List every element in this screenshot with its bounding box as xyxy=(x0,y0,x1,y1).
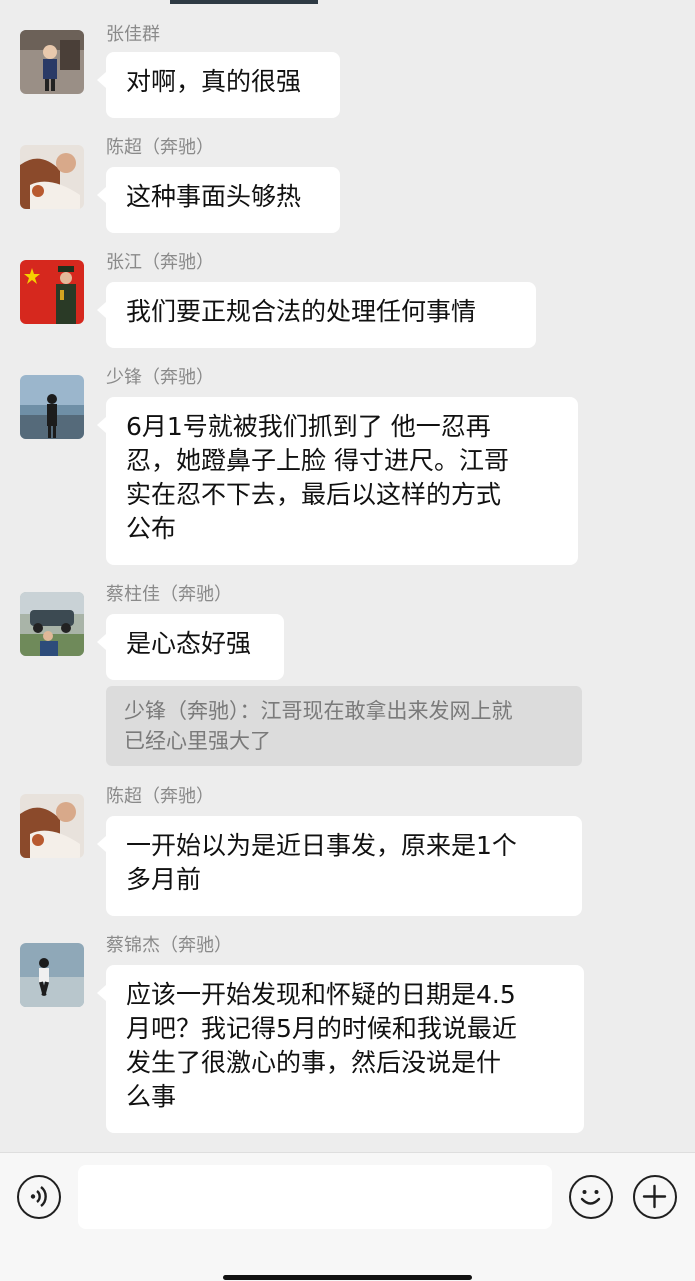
sender-name: 陈超（奔驰） xyxy=(106,786,214,807)
avatar-image xyxy=(20,794,84,858)
message-bubble[interactable]: 应该一开始发现和怀疑的日期是4.5 月吧？我记得5月的时候和我说最近 发生了很激… xyxy=(97,965,584,1133)
quote-line: 少锋（奔驰）：江哥现在敢拿出来发网上就 xyxy=(124,699,513,723)
message-bubble[interactable]: 这种事面头够热 xyxy=(97,167,340,233)
message-text: 对啊，真的很强 xyxy=(126,67,302,96)
avatar[interactable] xyxy=(20,30,84,94)
avatar[interactable] xyxy=(20,375,84,439)
voice-button[interactable] xyxy=(17,1175,61,1219)
message-bubble[interactable]: 6月1号就被我们抓到了 他一忍再 忍，她蹬鼻子上脸 得寸进尺。江哥 实在忍不下去… xyxy=(97,397,578,565)
message-text: 是心态好强 xyxy=(126,629,252,658)
plus-icon xyxy=(642,1184,667,1209)
message-bubble[interactable]: 一开始以为是近日事发，原来是1个 多月前 xyxy=(97,816,582,916)
message-text: 这种事面头够热 xyxy=(126,182,302,211)
sender-name: 张江（奔驰） xyxy=(106,252,214,273)
avatar-image xyxy=(20,375,84,439)
avatar[interactable] xyxy=(20,794,84,858)
more-button[interactable] xyxy=(633,1175,677,1219)
message-line: 实在忍不下去，最后以这样的方式 xyxy=(126,480,502,509)
chat-list[interactable]: 张佳群 对啊，真的很强 陈超（奔驰） 这种事面头够热 张江（奔驰） 我们要正规合… xyxy=(0,0,695,1150)
message-line: 6月1号就被我们抓到了 他一忍再 xyxy=(126,412,491,441)
emoji-icon xyxy=(580,1190,601,1205)
message-line: 发生了很激心的事，然后没说是什 xyxy=(126,1048,502,1077)
avatar-image xyxy=(20,943,84,1007)
sender-name: 蔡锦杰（奔驰） xyxy=(106,935,232,956)
message-bubble[interactable]: 是心态好强 xyxy=(97,614,284,680)
message-bubble[interactable]: 我们要正规合法的处理任何事情 xyxy=(97,282,536,348)
sender-name: 蔡柱佳（奔驰） xyxy=(106,584,232,605)
avatar[interactable] xyxy=(20,592,84,656)
quote-line: 已经心里强大了 xyxy=(124,729,271,753)
message-line: 忍，她蹬鼻子上脸 得寸进尺。江哥 xyxy=(126,446,509,475)
message-line: 应该一开始发现和怀疑的日期是4.5 xyxy=(126,980,516,1009)
message-line: 么事 xyxy=(126,1082,177,1111)
avatar[interactable] xyxy=(20,260,84,324)
message-line: 公布 xyxy=(126,514,177,543)
message-line: 一开始以为是近日事发，原来是1个 xyxy=(126,831,517,860)
avatar-image xyxy=(20,260,84,324)
message-line: 多月前 xyxy=(126,865,202,894)
home-indicator[interactable] xyxy=(223,1275,472,1280)
sender-name: 陈超（奔驰） xyxy=(106,137,214,158)
voice-icon xyxy=(30,1186,47,1207)
avatar-image xyxy=(20,145,84,209)
avatar-image xyxy=(20,30,84,94)
emoji-button[interactable] xyxy=(569,1175,613,1219)
sender-name: 少锋（奔驰） xyxy=(106,367,214,388)
message-bubble[interactable]: 对啊，真的很强 xyxy=(97,52,340,118)
message-line: 月吧？我记得5月的时候和我说最近 xyxy=(126,1014,517,1043)
avatar[interactable] xyxy=(20,943,84,1007)
message-text: 我们要正规合法的处理任何事情 xyxy=(126,297,477,326)
quoted-message[interactable]: 少锋（奔驰）：江哥现在敢拿出来发网上就 已经心里强大了 xyxy=(106,686,582,766)
avatar-image xyxy=(20,592,84,656)
avatar[interactable] xyxy=(20,145,84,209)
input-bar xyxy=(0,1152,695,1281)
sender-name: 张佳群 xyxy=(106,24,160,45)
message-input[interactable] xyxy=(78,1165,552,1229)
